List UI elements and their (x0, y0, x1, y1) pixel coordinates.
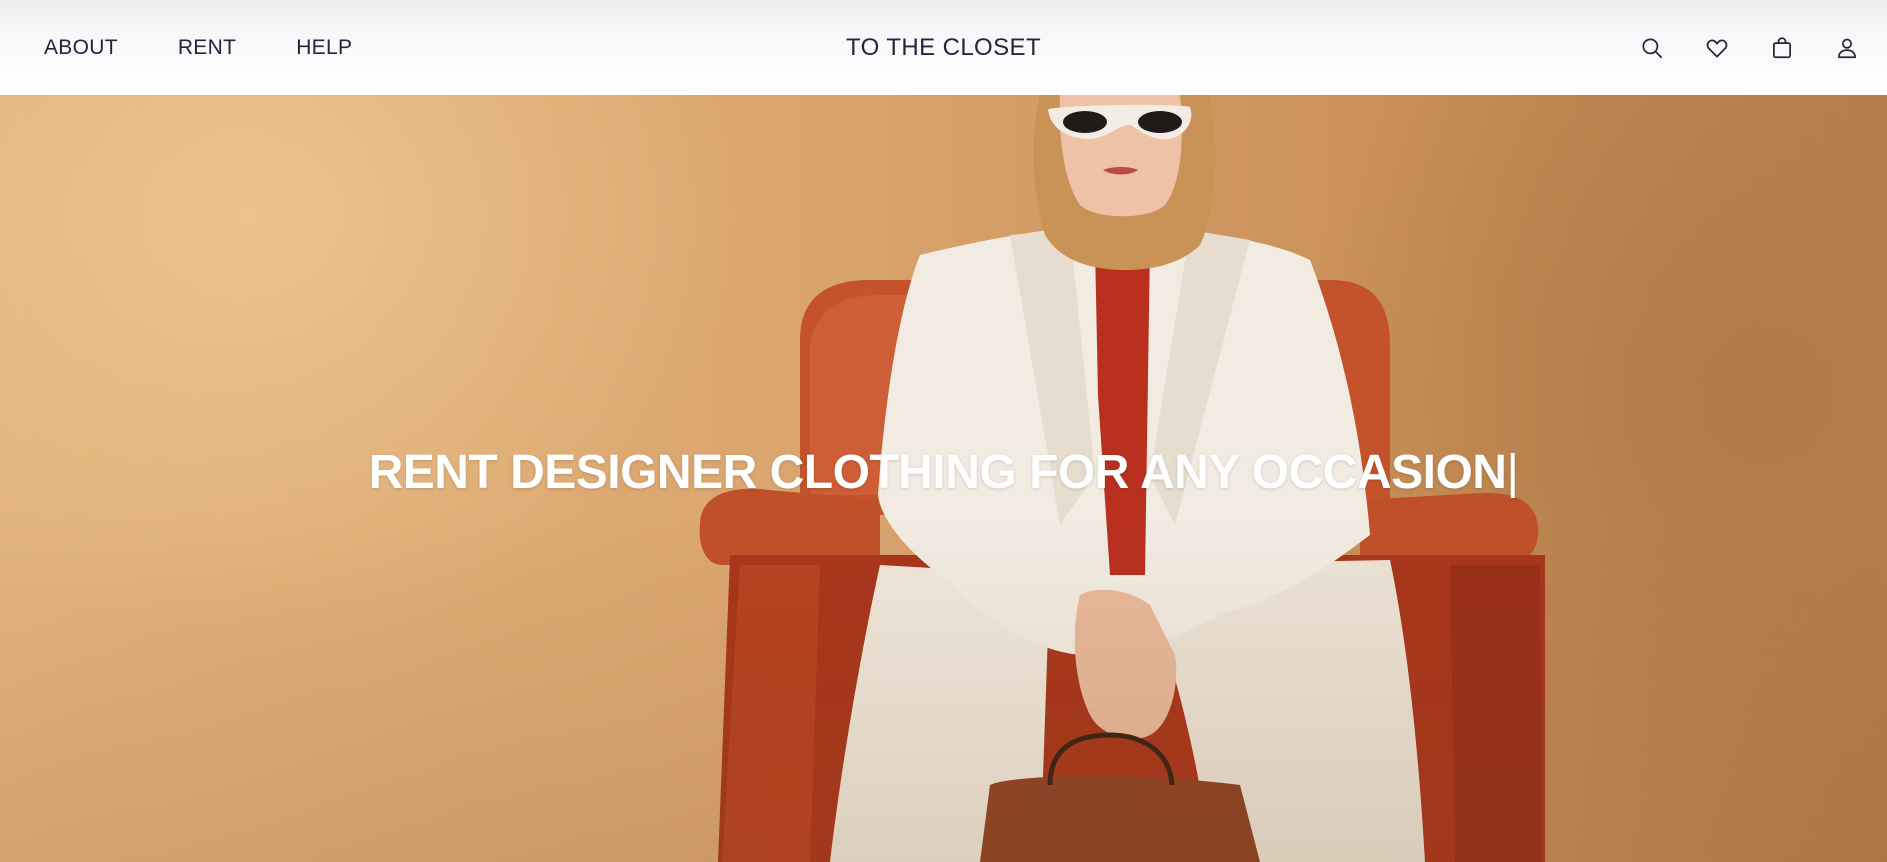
nav-help-link[interactable]: HELP (296, 36, 352, 60)
hero-headline: RENT DESIGNER CLOTHING FOR ANY OCCASION| (0, 445, 1887, 500)
site-header: ABOUT RENT HELP TO THE CLOSET (0, 0, 1887, 95)
primary-nav: ABOUT RENT HELP (44, 0, 412, 95)
search-button[interactable] (1637, 33, 1667, 63)
search-icon (1642, 37, 1663, 58)
bag-icon (1773, 36, 1791, 58)
typing-cursor: | (1506, 446, 1519, 500)
user-icon (1838, 38, 1856, 58)
wishlist-button[interactable] (1702, 33, 1732, 63)
nav-about-link[interactable]: ABOUT (44, 36, 118, 60)
heart-icon (1706, 39, 1728, 58)
brand-logo-text[interactable]: TO THE CLOSET (846, 34, 1041, 62)
hero-headline-text: RENT DESIGNER CLOTHING FOR ANY OCCASION (368, 446, 1507, 500)
hero-banner: RENT DESIGNER CLOTHING FOR ANY OCCASION| (0, 95, 1887, 862)
cart-button[interactable] (1767, 33, 1797, 63)
nav-rent-link[interactable]: RENT (178, 36, 236, 60)
account-button[interactable] (1832, 33, 1862, 63)
page: ABOUT RENT HELP TO THE CLOSET RENT DESIG… (0, 0, 1887, 862)
header-actions (1602, 0, 1862, 95)
